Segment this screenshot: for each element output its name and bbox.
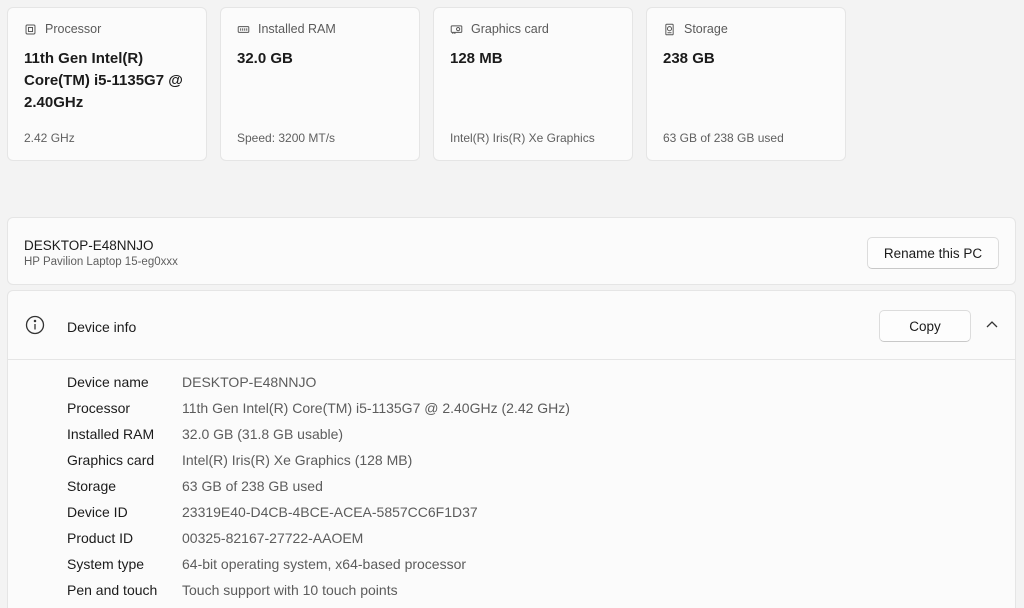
card-value: 11th Gen Intel(R) Core(TM) i5-1135G7 @ 2… — [24, 50, 183, 111]
graphics-card-icon — [450, 24, 463, 34]
spec-value: 64-bit operating system, x64-based proce… — [182, 556, 467, 572]
device-spec-list: Device name DESKTOP-E48NNJO Processor 11… — [67, 369, 570, 603]
card-value: 32.0 GB — [237, 50, 293, 67]
spec-value: Touch support with 10 touch points — [182, 582, 398, 598]
card-title: Installed RAM — [258, 22, 336, 36]
spec-value: 00325-82167-27722-AAOEM — [182, 530, 364, 546]
card-subtext: 2.42 GHz — [24, 131, 75, 145]
spec-value: DESKTOP-E48NNJO — [182, 374, 317, 390]
spec-value: 11th Gen Intel(R) Core(TM) i5-1135G7 @ 2… — [182, 400, 570, 416]
spec-label: Processor — [67, 400, 131, 416]
spec-row-system-type: System type 64-bit operating system, x64… — [67, 551, 570, 577]
card-subtext: Intel(R) Iris(R) Xe Graphics — [450, 131, 595, 145]
storage-card: Storage 238 GB 63 GB of 238 GB used — [646, 7, 846, 161]
spec-row-installed-ram: Installed RAM 32.0 GB (31.8 GB usable) — [67, 421, 570, 447]
storage-icon — [665, 23, 674, 35]
graphics-card-card: Graphics card 128 MB Intel(R) Iris(R) Xe… — [433, 7, 633, 161]
card-header: Installed RAM — [237, 22, 403, 36]
system-about-page: Processor 11th Gen Intel(R) Core(TM) i5-… — [0, 0, 1024, 608]
ram-icon — [237, 25, 250, 33]
device-info-header[interactable]: Device info Copy — [8, 291, 1015, 360]
spec-label: Pen and touch — [67, 582, 158, 598]
spec-value: 32.0 GB (31.8 GB usable) — [182, 426, 344, 442]
pc-model: HP Pavilion Laptop 15-eg0xxx — [24, 256, 178, 268]
spec-label: System type — [67, 556, 145, 572]
card-title: Storage — [684, 22, 728, 36]
card-subtext: Speed: 3200 MT/s — [237, 131, 336, 145]
card-title: Processor — [45, 22, 102, 36]
spec-label: Product ID — [67, 530, 134, 546]
spec-row-device-name: Device name DESKTOP-E48NNJO — [67, 369, 570, 395]
spec-row-product-id: Product ID 00325-82167-27722-AAOEM — [67, 525, 570, 551]
rename-pc-button[interactable]: Rename this PC — [867, 237, 999, 269]
spec-value: 23319E40-D4CB-4BCE-ACEA-5857CC6F1D37 — [182, 504, 478, 520]
card-title: Graphics card — [471, 22, 549, 36]
spec-value: Intel(R) Iris(R) Xe Graphics (128 MB) — [182, 452, 413, 468]
processor-icon — [25, 24, 36, 34]
card-value: 238 GB — [663, 50, 715, 67]
card-subtext: 63 GB of 238 GB used — [663, 131, 784, 145]
spec-row-storage: Storage 63 GB of 238 GB used — [67, 473, 570, 499]
card-value: 128 MB — [450, 50, 503, 67]
spec-value: 63 GB of 238 GB used — [182, 478, 323, 494]
spec-label: Graphics card — [67, 452, 155, 468]
spec-label: Installed RAM — [67, 426, 155, 442]
pc-name-panel: DESKTOP-E48NNJO HP Pavilion Laptop 15-eg… — [7, 217, 1016, 285]
ram-card: Installed RAM 32.0 GB Speed: 3200 MT/s — [220, 7, 420, 161]
card-header: Storage — [663, 22, 829, 36]
spec-label: Device name — [67, 374, 149, 390]
spec-row-pen-and-touch: Pen and touch Touch support with 10 touc… — [67, 577, 570, 603]
device-info-title: Device info — [67, 319, 137, 335]
card-header: Graphics card — [450, 22, 616, 36]
pc-name: DESKTOP-E48NNJO — [24, 238, 154, 253]
processor-card: Processor 11th Gen Intel(R) Core(TM) i5-… — [7, 7, 207, 161]
spec-summary-cards: Processor 11th Gen Intel(R) Core(TM) i5-… — [7, 7, 846, 161]
card-header: Processor — [24, 22, 190, 36]
spec-row-device-id: Device ID 23319E40-D4CB-4BCE-ACEA-5857CC… — [67, 499, 570, 525]
device-info-section: Device info Copy Device name DESKTOP-E48… — [7, 290, 1016, 608]
spec-row-graphics-card: Graphics card Intel(R) Iris(R) Xe Graphi… — [67, 447, 570, 473]
spec-label: Device ID — [67, 504, 128, 520]
spec-row-processor: Processor 11th Gen Intel(R) Core(TM) i5-… — [67, 395, 570, 421]
chevron-up-icon[interactable] — [984, 319, 1000, 331]
copy-button[interactable]: Copy — [879, 310, 971, 342]
spec-label: Storage — [67, 478, 117, 494]
info-icon — [25, 315, 45, 335]
